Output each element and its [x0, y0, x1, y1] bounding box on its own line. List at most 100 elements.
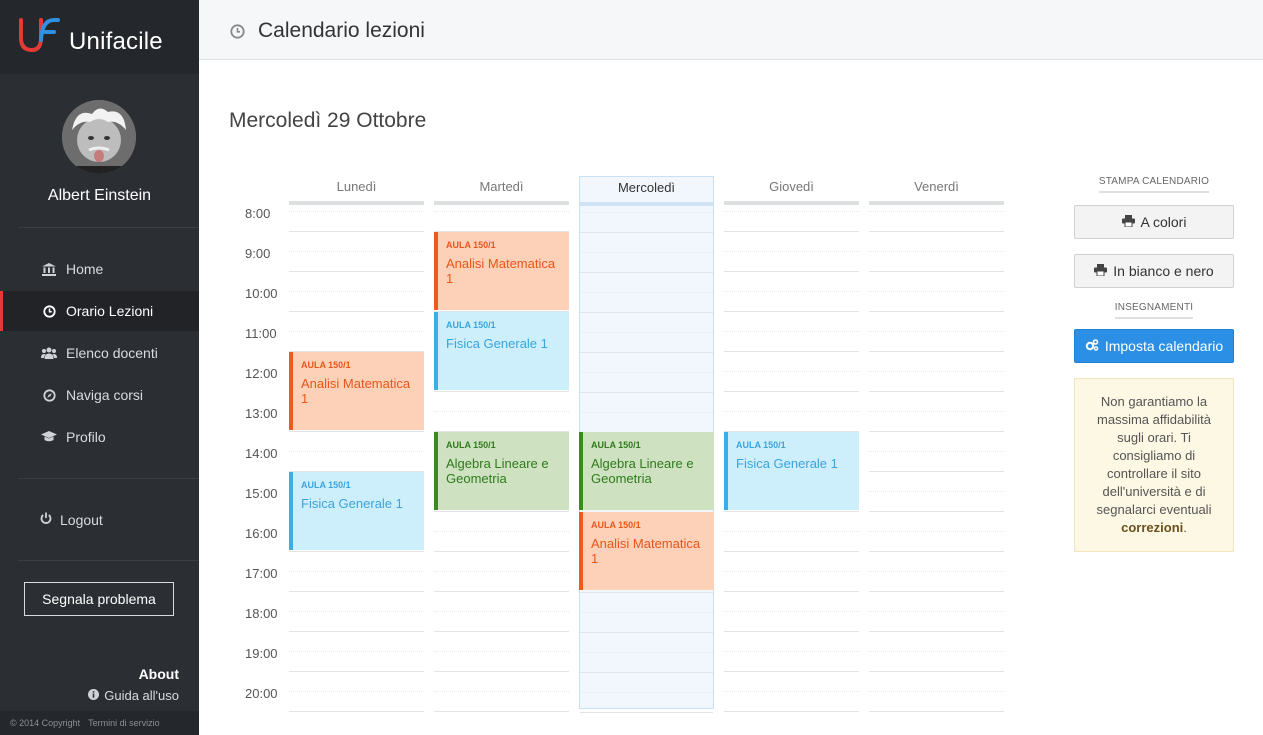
- time-slot-line: [580, 652, 713, 653]
- print-section-label: STAMPA CALENDARIO: [1074, 176, 1234, 193]
- hour-label: 15:00: [245, 486, 278, 501]
- time-slot-line: [869, 491, 1004, 492]
- users-icon: [40, 347, 58, 359]
- hour-label: 9:00: [245, 246, 271, 261]
- calendar-event[interactable]: AULA 150/1 Fisica Generale 1: [724, 432, 859, 510]
- time-slot-line: [434, 531, 569, 532]
- time-slot-line: [724, 571, 859, 572]
- calendar-event[interactable]: AULA 150/1 Fisica Generale 1: [289, 472, 424, 550]
- sidebar-item-profilo[interactable]: Profilo: [0, 417, 199, 457]
- time-slot-line: [869, 631, 1004, 632]
- sidebar-item-home[interactable]: Home: [0, 249, 199, 289]
- sidebar-footer: © 2014 Copyright Termini di servizio: [0, 711, 199, 735]
- hour-label: 11:00: [245, 326, 277, 341]
- time-slot-line: [580, 672, 713, 673]
- time-slot-line: [724, 291, 859, 292]
- bank-icon: [40, 262, 58, 276]
- terms-link[interactable]: Termini di servizio: [88, 718, 160, 728]
- report-problem-button[interactable]: Segnala problema: [24, 582, 174, 616]
- calendar-event[interactable]: AULA 150/1 Algebra Lineare e Geometria: [434, 432, 569, 510]
- time-slot-line: [580, 632, 713, 633]
- day-header: Mercoledì: [617, 180, 676, 195]
- time-slot-line: [434, 571, 569, 572]
- time-slot-line: [580, 312, 713, 313]
- time-slot-line: [869, 671, 1004, 672]
- time-slot-line: [434, 411, 569, 412]
- event-title: Algebra Lineare e Geometria: [591, 456, 694, 486]
- courses-label: INSEGNAMENTI: [1114, 302, 1194, 319]
- time-slot-line: [869, 471, 1004, 472]
- time-slot-line: [869, 271, 1004, 272]
- hour-label: 12:00: [245, 366, 278, 381]
- calendar-event[interactable]: AULA 150/1 Algebra Lineare e Geometria: [579, 432, 714, 510]
- time-slot-line: [434, 391, 569, 392]
- setup-calendar-label: Imposta calendario: [1104, 338, 1224, 354]
- sidebar-item-orario-lezioni[interactable]: Orario Lezioni: [0, 291, 199, 331]
- day-column[interactable]: Lunedì: [289, 176, 424, 712]
- time-slot-line: [580, 252, 713, 253]
- time-slot-line: [724, 391, 859, 392]
- time-slot-line: [580, 412, 713, 413]
- event-title: Analisi Matematica 1: [446, 256, 556, 286]
- info-icon: [88, 688, 100, 703]
- time-slot-line: [289, 711, 424, 712]
- copyright-text: © 2014 Copyright: [10, 718, 81, 728]
- time-slot-line: [724, 631, 859, 632]
- calendar-event[interactable]: AULA 150/1 Analisi Matematica 1: [289, 352, 424, 430]
- day-header: Venerdì: [914, 179, 959, 194]
- clock-icon: [230, 24, 245, 39]
- logout-label: Logout: [60, 512, 103, 528]
- calendar-event[interactable]: AULA 150/1 Analisi Matematica 1: [434, 232, 569, 310]
- day-header-bar: [869, 201, 1004, 205]
- time-slot-line: [869, 211, 1004, 212]
- day-column[interactable]: Venerdì: [869, 176, 1004, 712]
- clock-icon: [40, 304, 58, 318]
- event-title: Fisica Generale 1: [446, 336, 548, 351]
- time-slot-line: [724, 651, 859, 652]
- brand[interactable]: Unifacile: [0, 0, 199, 74]
- print-color-button[interactable]: A colori: [1074, 205, 1234, 239]
- time-slot-line: [434, 211, 569, 212]
- time-slot-line: [289, 211, 424, 212]
- time-slot-line: [869, 711, 1004, 712]
- time-slot-line: [434, 631, 569, 632]
- time-slot-line: [724, 331, 859, 332]
- about-link[interactable]: About: [139, 666, 179, 682]
- divider: [18, 227, 199, 228]
- time-slot-line: [869, 691, 1004, 692]
- page-header: Calendario lezioni: [199, 0, 1263, 60]
- sidebar-item-naviga-corsi[interactable]: Naviga corsi: [0, 375, 199, 415]
- time-slot-line: [869, 571, 1004, 572]
- logout-link[interactable]: Logout: [40, 512, 103, 528]
- sidebar-item-elenco-docenti[interactable]: Elenco docenti: [0, 333, 199, 373]
- time-slot-line: [289, 671, 424, 672]
- setup-calendar-button[interactable]: Imposta calendario: [1074, 329, 1234, 363]
- event-room: AULA 150/1: [446, 320, 496, 330]
- calendar-event[interactable]: AULA 150/1 Fisica Generale 1: [434, 312, 569, 390]
- time-slot-line: [724, 671, 859, 672]
- date-title: Mercoledì 29 Ottobre: [229, 109, 427, 132]
- time-slot-line: [724, 611, 859, 612]
- calendar-event[interactable]: AULA 150/1 Analisi Matematica 1: [579, 512, 714, 590]
- print-color-label: A colori: [1140, 214, 1187, 230]
- time-slot-line: [869, 611, 1004, 612]
- event-title: Analisi Matematica 1: [591, 536, 701, 566]
- time-slot-line: [289, 571, 424, 572]
- day-header: Martedì: [479, 179, 524, 194]
- event-room: AULA 150/1: [591, 520, 641, 530]
- time-slot-line: [724, 371, 859, 372]
- courses-section-label: INSEGNAMENTI: [1074, 302, 1234, 319]
- graduation-cap-icon: [40, 431, 58, 443]
- sidebar: Unifacile Albert Einstein Home Orario Le…: [0, 0, 199, 735]
- time-slot-line: [580, 612, 713, 613]
- time-slot-line: [724, 411, 859, 412]
- time-slot-line: [724, 351, 859, 352]
- day-header-bar: [580, 202, 713, 206]
- event-room: AULA 150/1: [301, 360, 351, 370]
- avatar[interactable]: [62, 100, 136, 174]
- time-slot-line: [289, 311, 424, 312]
- time-slot-line: [724, 511, 859, 512]
- print-bw-button[interactable]: In bianco e nero: [1074, 254, 1234, 288]
- guide-link[interactable]: Guida all'uso: [88, 688, 179, 703]
- hour-label: 10:00: [245, 286, 278, 301]
